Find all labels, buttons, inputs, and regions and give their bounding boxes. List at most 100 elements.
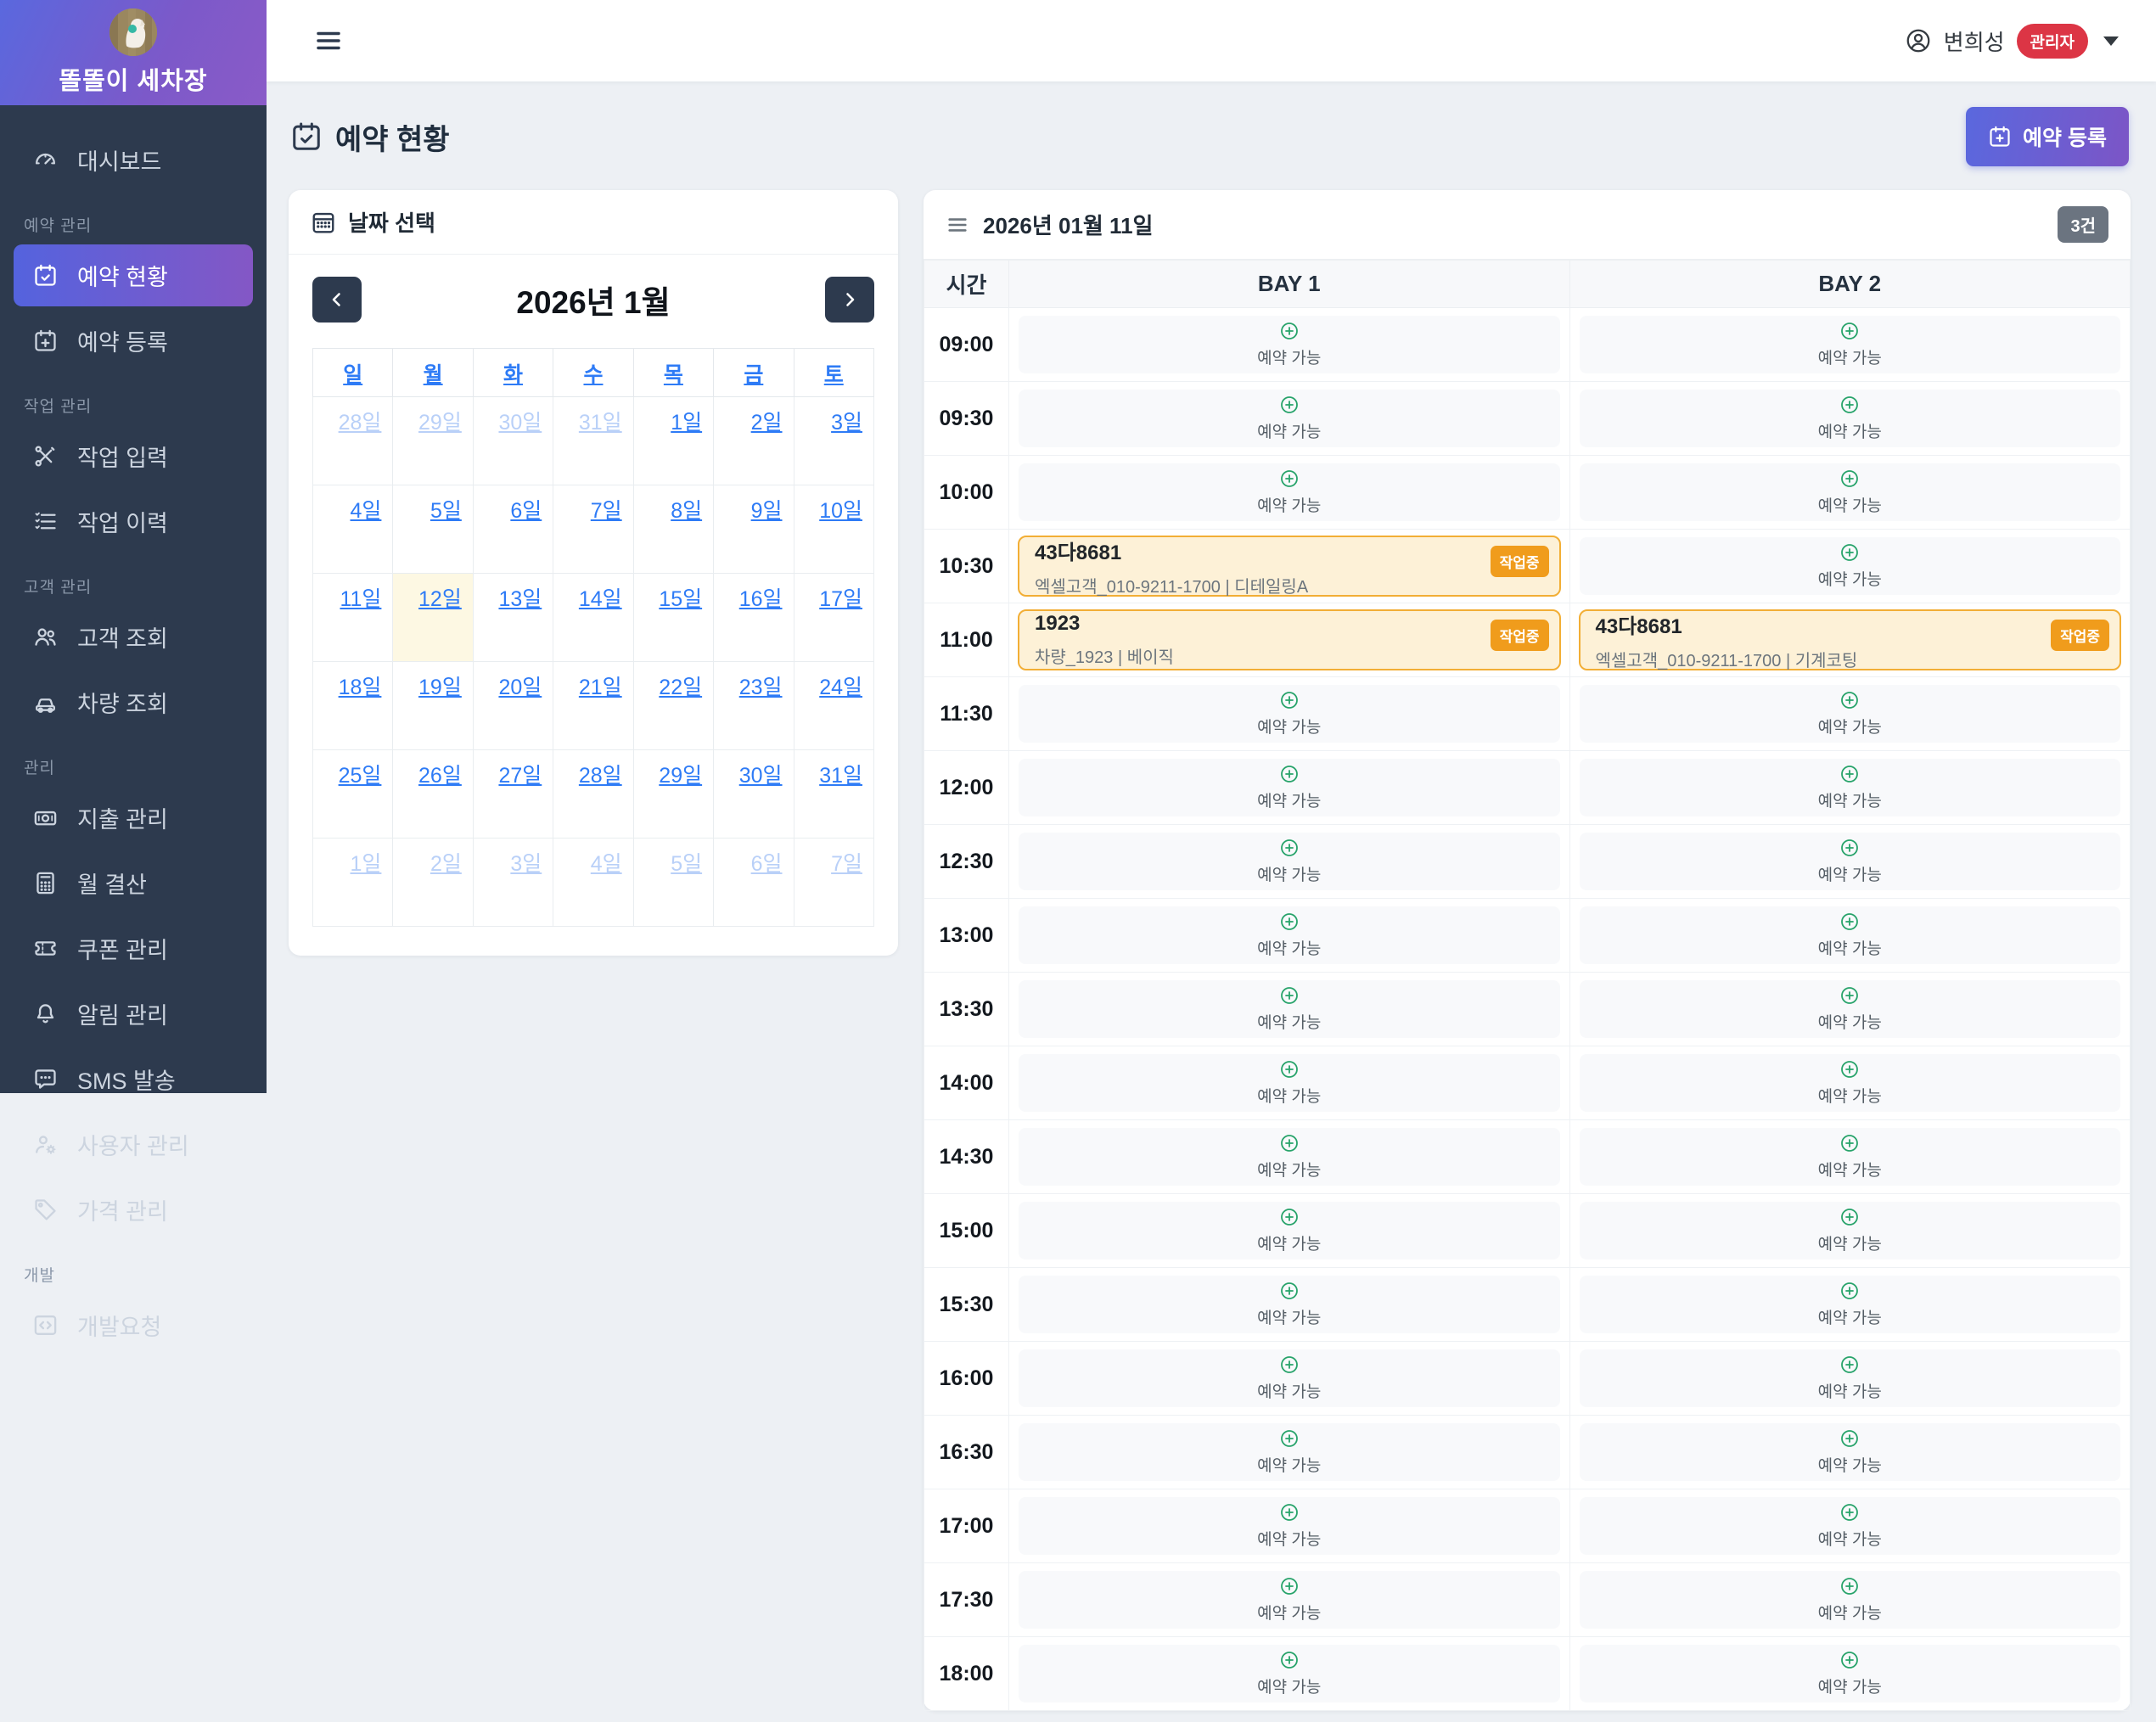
hamburger-menu-icon[interactable] (314, 26, 343, 55)
day-link[interactable]: 28일 (579, 764, 622, 788)
sidebar-item-대시보드[interactable]: 대시보드 (14, 129, 253, 191)
sidebar-item-사용자-관리[interactable]: 사용자 관리 (14, 1113, 253, 1175)
available-slot[interactable]: 예약 가능 (1019, 1349, 1560, 1407)
sidebar-item-예약-현황[interactable]: 예약 현황 (14, 244, 253, 306)
available-slot[interactable]: 예약 가능 (1579, 1645, 2120, 1702)
available-slot[interactable]: 예약 가능 (1019, 1054, 1560, 1112)
sidebar-item-가격-관리[interactable]: 가격 관리 (14, 1179, 253, 1241)
day-link[interactable]: 25일 (339, 764, 382, 788)
available-slot[interactable]: 예약 가능 (1579, 463, 2120, 521)
day-link[interactable]: 19일 (418, 676, 462, 699)
sidebar-item-작업-이력[interactable]: 작업 이력 (14, 491, 253, 552)
day-link[interactable]: 31일 (579, 411, 622, 435)
day-link[interactable]: 7일 (831, 852, 862, 876)
available-slot[interactable]: 예약 가능 (1579, 1571, 2120, 1629)
available-slot[interactable]: 예약 가능 (1579, 1497, 2120, 1555)
available-slot[interactable]: 예약 가능 (1019, 390, 1560, 447)
available-slot[interactable]: 예약 가능 (1019, 906, 1560, 964)
day-link[interactable]: 27일 (498, 764, 542, 788)
sidebar-item-작업-입력[interactable]: 작업 입력 (14, 425, 253, 487)
available-slot[interactable]: 예약 가능 (1579, 1128, 2120, 1186)
booked-slot[interactable]: 43다8681 엑셀고객_010-9211-1700 | 기계코팅 작업중 (1578, 609, 2121, 670)
weekday-link[interactable]: 수 (583, 363, 603, 387)
available-slot[interactable]: 예약 가능 (1579, 390, 2120, 447)
day-link[interactable]: 4일 (591, 852, 622, 876)
available-slot[interactable]: 예약 가능 (1019, 1423, 1560, 1481)
available-slot[interactable]: 예약 가능 (1579, 980, 2120, 1038)
available-slot[interactable]: 예약 가능 (1019, 759, 1560, 816)
day-link[interactable]: 24일 (819, 676, 862, 699)
day-link[interactable]: 29일 (659, 764, 702, 788)
day-link[interactable]: 30일 (498, 411, 542, 435)
sidebar-item-고객-조회[interactable]: 고객 조회 (14, 606, 253, 668)
day-link[interactable]: 10일 (819, 499, 862, 523)
available-slot[interactable]: 예약 가능 (1019, 980, 1560, 1038)
day-link[interactable]: 2일 (751, 411, 783, 435)
available-slot[interactable]: 예약 가능 (1579, 685, 2120, 743)
day-link[interactable]: 1일 (671, 411, 702, 435)
booked-slot[interactable]: 1923 차량_1923 | 베이직 작업중 (1018, 609, 1561, 670)
sidebar-item-예약-등록[interactable]: 예약 등록 (14, 310, 253, 372)
weekday-link[interactable]: 목 (664, 363, 683, 387)
available-slot[interactable]: 예약 가능 (1579, 1349, 2120, 1407)
sidebar-item-지출-관리[interactable]: 지출 관리 (14, 787, 253, 849)
available-slot[interactable]: 예약 가능 (1579, 833, 2120, 890)
available-slot[interactable]: 예약 가능 (1579, 1276, 2120, 1333)
available-slot[interactable]: 예약 가능 (1579, 759, 2120, 816)
day-link[interactable]: 22일 (659, 676, 702, 699)
day-link[interactable]: 16일 (739, 587, 783, 611)
day-link[interactable]: 7일 (591, 499, 622, 523)
day-link[interactable]: 20일 (498, 676, 542, 699)
available-slot[interactable]: 예약 가능 (1019, 1276, 1560, 1333)
weekday-link[interactable]: 토 (824, 363, 844, 387)
day-link[interactable]: 2일 (430, 852, 462, 876)
available-slot[interactable]: 예약 가능 (1019, 1128, 1560, 1186)
weekday-link[interactable]: 일 (343, 363, 362, 387)
day-link[interactable]: 5일 (430, 499, 462, 523)
sidebar-item-개발요청[interactable]: 개발요청 (14, 1294, 253, 1356)
day-link[interactable]: 3일 (831, 411, 862, 435)
sidebar-item-알림-관리[interactable]: 알림 관리 (14, 983, 253, 1045)
day-link[interactable]: 6일 (751, 852, 783, 876)
available-slot[interactable]: 예약 가능 (1019, 685, 1560, 743)
day-link[interactable]: 31일 (819, 764, 862, 788)
available-slot[interactable]: 예약 가능 (1579, 316, 2120, 373)
day-link[interactable]: 5일 (671, 852, 702, 876)
day-link[interactable]: 11일 (340, 587, 381, 611)
day-link[interactable]: 6일 (510, 499, 542, 523)
weekday-link[interactable]: 화 (503, 363, 523, 387)
day-link[interactable]: 28일 (339, 411, 382, 435)
booked-slot[interactable]: 43다8681 엑셀고객_010-9211-1700 | 디테일링A 작업중 (1018, 536, 1561, 597)
day-link[interactable]: 23일 (739, 676, 783, 699)
sidebar-item-월-결산[interactable]: 월 결산 (14, 852, 253, 914)
day-link[interactable]: 17일 (819, 587, 862, 611)
available-slot[interactable]: 예약 가능 (1579, 1423, 2120, 1481)
available-slot[interactable]: 예약 가능 (1579, 1054, 2120, 1112)
sidebar-item-쿠폰-관리[interactable]: 쿠폰 관리 (14, 917, 253, 979)
register-reservation-button[interactable]: 예약 등록 (1966, 107, 2129, 166)
day-link[interactable]: 21일 (579, 676, 622, 699)
day-link[interactable]: 14일 (579, 587, 622, 611)
day-link[interactable]: 26일 (418, 764, 462, 788)
day-link[interactable]: 1일 (351, 852, 382, 876)
day-link[interactable]: 15일 (659, 587, 702, 611)
available-slot[interactable]: 예약 가능 (1019, 1571, 1560, 1629)
available-slot[interactable]: 예약 가능 (1019, 1202, 1560, 1259)
day-link[interactable]: 29일 (418, 411, 462, 435)
user-menu[interactable]: 변희성 관리자 (1905, 23, 2119, 59)
available-slot[interactable]: 예약 가능 (1019, 1497, 1560, 1555)
available-slot[interactable]: 예약 가능 (1019, 316, 1560, 373)
day-link[interactable]: 4일 (351, 499, 382, 523)
day-link[interactable]: 30일 (739, 764, 783, 788)
day-link[interactable]: 3일 (510, 852, 542, 876)
weekday-link[interactable]: 금 (744, 363, 763, 387)
day-link[interactable]: 12일 (418, 587, 462, 611)
available-slot[interactable]: 예약 가능 (1019, 1645, 1560, 1702)
available-slot[interactable]: 예약 가능 (1579, 537, 2120, 595)
next-month-button[interactable] (825, 277, 874, 323)
day-link[interactable]: 9일 (751, 499, 783, 523)
day-link[interactable]: 8일 (671, 499, 702, 523)
sidebar-item-SMS-발송[interactable]: SMS 발송 (14, 1048, 253, 1110)
available-slot[interactable]: 예약 가능 (1019, 833, 1560, 890)
available-slot[interactable]: 예약 가능 (1019, 463, 1560, 521)
